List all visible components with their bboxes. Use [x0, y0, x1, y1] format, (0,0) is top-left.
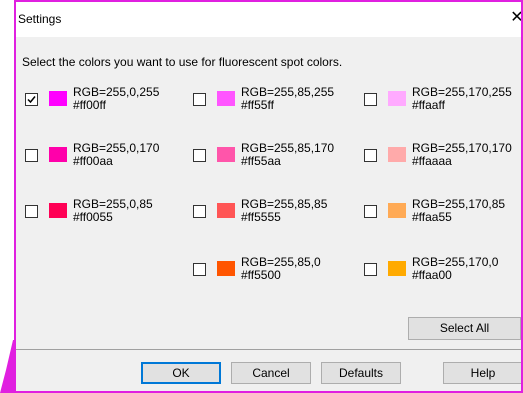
- color-label: RGB=255,0,85 #ff0055: [73, 198, 153, 224]
- rgb-value: RGB=255,170,170: [412, 141, 512, 155]
- defaults-button[interactable]: Defaults: [321, 362, 401, 384]
- color-checkbox[interactable]: [364, 93, 377, 106]
- hex-value: #ff55ff: [241, 98, 274, 112]
- hex-value: #ffaaaa: [412, 154, 452, 168]
- close-icon[interactable]: ✕: [507, 8, 521, 28]
- color-checkbox[interactable]: [364, 149, 377, 162]
- ok-button[interactable]: OK: [141, 362, 221, 384]
- color-swatch: [388, 261, 406, 276]
- color-checkbox[interactable]: [193, 205, 206, 218]
- color-swatch: [217, 261, 235, 276]
- rgb-value: RGB=255,85,0: [241, 255, 321, 269]
- color-swatch: [217, 91, 235, 106]
- hex-value: #ffaa00: [412, 268, 452, 282]
- select-all-button[interactable]: Select All: [408, 317, 521, 340]
- color-swatch: [217, 147, 235, 162]
- hex-value: #ff0055: [73, 210, 113, 224]
- hex-value: #ff5555: [241, 210, 281, 224]
- color-swatch: [388, 203, 406, 218]
- hex-value: #ffaaff: [412, 98, 445, 112]
- color-swatch: [388, 147, 406, 162]
- settings-dialog: Settings ✕ Select the colors you want to…: [14, 0, 523, 393]
- window-edge-marker: [0, 340, 14, 393]
- hex-value: #ff55aa: [241, 154, 281, 168]
- color-label: RGB=255,0,170 #ff00aa: [73, 142, 159, 168]
- color-checkbox[interactable]: [364, 263, 377, 276]
- color-swatch: [49, 147, 67, 162]
- rgb-value: RGB=255,0,85: [73, 197, 153, 211]
- color-checkbox[interactable]: [25, 205, 38, 218]
- rgb-value: RGB=255,170,85: [412, 197, 506, 211]
- color-checkbox[interactable]: [364, 205, 377, 218]
- color-swatch: [217, 203, 235, 218]
- window-title: Settings: [18, 12, 62, 26]
- cancel-button[interactable]: Cancel: [231, 362, 311, 384]
- color-swatch: [388, 91, 406, 106]
- color-checkbox[interactable]: [193, 149, 206, 162]
- color-label: RGB=255,85,0 #ff5500: [241, 256, 321, 282]
- hex-value: #ffaa55: [412, 210, 452, 224]
- instruction-text: Select the colors you want to use for fl…: [22, 55, 343, 69]
- color-label: RGB=255,170,0 #ffaa00: [412, 256, 498, 282]
- hex-value: #ff00aa: [73, 154, 113, 168]
- color-label: RGB=255,0,255 #ff00ff: [73, 86, 159, 112]
- rgb-value: RGB=255,85,255: [241, 85, 335, 99]
- color-checkbox[interactable]: [193, 93, 206, 106]
- color-swatch: [49, 91, 67, 106]
- color-checkbox[interactable]: [25, 93, 38, 106]
- hex-value: #ff00ff: [73, 98, 106, 112]
- color-checkbox[interactable]: [193, 263, 206, 276]
- rgb-value: RGB=255,170,0: [412, 255, 499, 269]
- rgb-value: RGB=255,85,170: [241, 141, 335, 155]
- hex-value: #ff5500: [241, 268, 281, 282]
- rgb-value: RGB=255,85,85: [241, 197, 328, 211]
- checkmark-icon: [27, 96, 36, 104]
- color-label: RGB=255,170,170 #ffaaaa: [412, 142, 512, 168]
- color-label: RGB=255,85,170 #ff55aa: [241, 142, 334, 168]
- color-label: RGB=255,85,85 #ff5555: [241, 198, 327, 224]
- help-button[interactable]: Help: [443, 362, 521, 384]
- color-checkbox[interactable]: [25, 149, 38, 162]
- color-label: RGB=255,170,255 #ffaaff: [412, 86, 512, 112]
- title-bar: Settings ✕: [16, 2, 521, 37]
- rgb-value: RGB=255,170,255: [412, 85, 512, 99]
- color-label: RGB=255,85,255 #ff55ff: [241, 86, 334, 112]
- color-swatch: [49, 203, 67, 218]
- rgb-value: RGB=255,0,255: [73, 85, 160, 99]
- rgb-value: RGB=255,0,170: [73, 141, 160, 155]
- color-label: RGB=255,170,85 #ffaa55: [412, 198, 505, 224]
